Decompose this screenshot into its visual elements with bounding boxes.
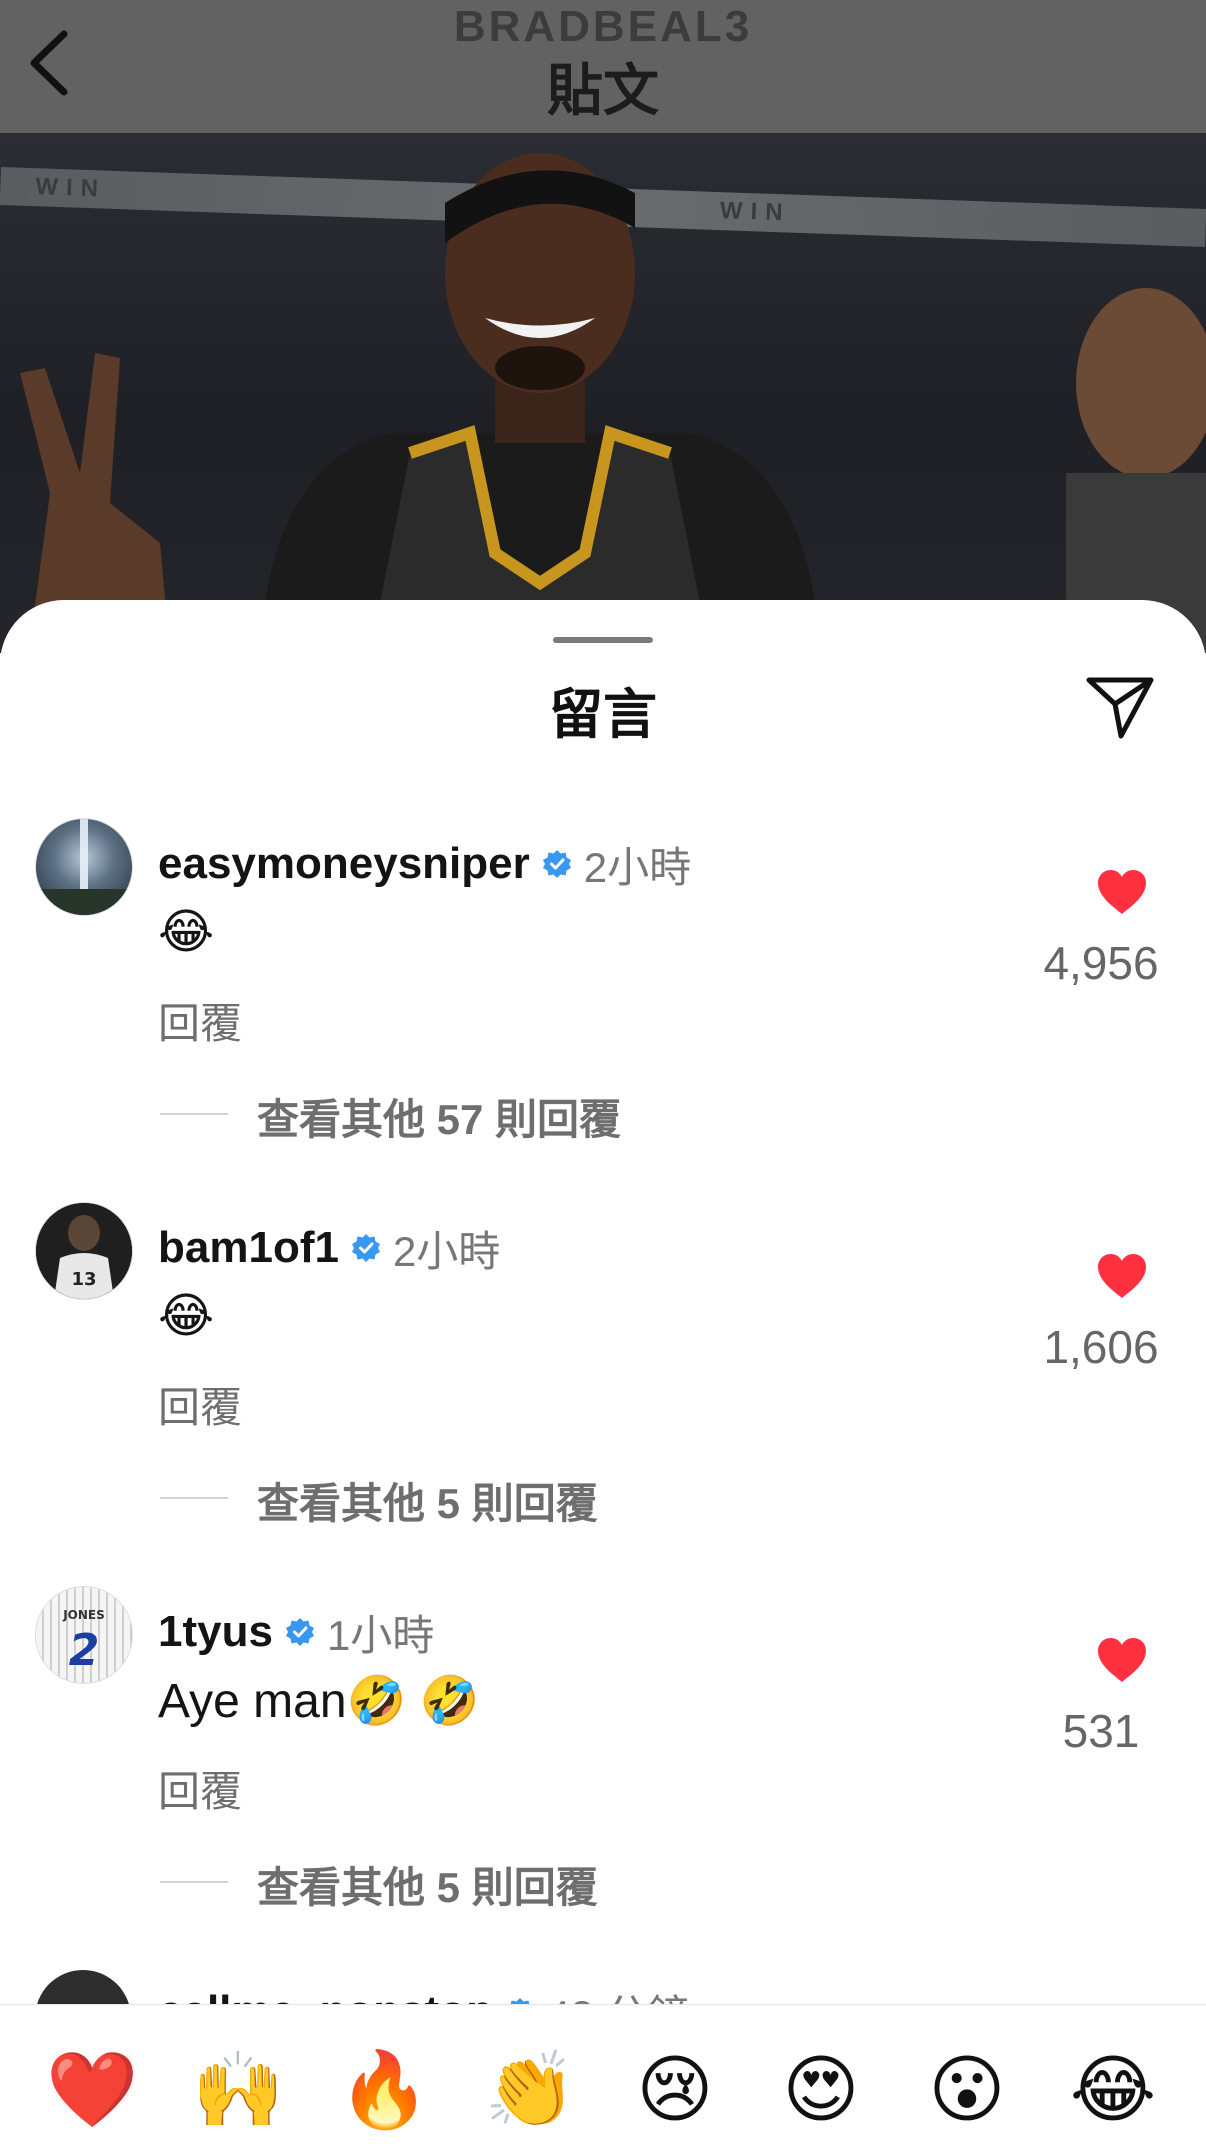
comment-text: 😂 (158, 906, 215, 959)
post-image: WIN WIN (0, 133, 1206, 653)
reply-button[interactable]: 回覆 (158, 1374, 242, 1435)
like-count: 531 (1062, 1705, 1140, 1757)
heart-filled-icon[interactable] (1096, 868, 1148, 916)
reaction-wow-button[interactable]: 😮 (922, 2045, 1012, 2135)
paper-plane-icon (1086, 677, 1154, 739)
comment-username[interactable]: easymoneysniper (158, 839, 530, 889)
top-bar: BRADBEAL3 貼文 (0, 0, 1206, 133)
comment-item: 13 bam1of1 2小時 😂 回覆 查看其他 5 則回覆 1,606 (0, 1202, 1206, 1586)
like-count: 4,956 (1043, 937, 1159, 989)
player-photo (260, 153, 820, 653)
sheet-title: 留言 (549, 685, 657, 745)
comment-time: 1小時 (326, 1611, 435, 1659)
view-replies-button[interactable]: 查看其他 57 則回覆 (257, 1086, 621, 1147)
svg-text:13: 13 (71, 1269, 96, 1290)
avatar[interactable]: 13 (35, 1202, 133, 1300)
reaction-fire-button[interactable]: 🔥 (338, 2045, 430, 2135)
reply-button[interactable]: 回覆 (158, 990, 242, 1051)
svg-text:2: 2 (69, 1625, 100, 1676)
like-count: 1,606 (1043, 1321, 1159, 1373)
quick-reactions-bar: ❤️ 🙌 🔥 👏 😢 😍 😮 😂 (0, 2004, 1206, 2155)
page-title: 貼文 (547, 59, 659, 122)
reaction-raised-hands-button[interactable]: 🙌 (192, 2045, 284, 2135)
reply-button[interactable]: 回覆 (158, 1758, 242, 1819)
comment-text: 😂 (158, 1290, 215, 1343)
comment-username[interactable]: bam1of1 (158, 1223, 339, 1273)
replies-divider (160, 1497, 228, 1499)
banner-text: WIN (34, 173, 107, 203)
avatar[interactable]: JONES 2 (35, 1586, 133, 1684)
replies-divider (160, 1881, 228, 1883)
reaction-cry-button[interactable]: 😢 (630, 2045, 720, 2135)
comment-item: easymoneysniper 2小時 😂 回覆 查看其他 57 則回覆 4,9… (0, 818, 1206, 1202)
reaction-heart-button[interactable]: ❤️ (46, 2045, 138, 2135)
bystander (1066, 288, 1206, 653)
comment-time: 2小時 (392, 1227, 501, 1275)
reaction-clap-button[interactable]: 👏 (484, 2045, 576, 2135)
svg-text:JONES: JONES (62, 1608, 105, 1622)
comment-item: JONES 2 1tyus 1小時 Aye man🤣 🤣 回覆 查看其他 5 則… (0, 1586, 1206, 1970)
avatar[interactable] (35, 818, 133, 916)
verified-badge-icon (351, 1234, 380, 1262)
replies-divider (160, 1113, 228, 1115)
comment-username[interactable]: 1tyus (158, 1607, 273, 1657)
reaction-laugh-button[interactable]: 😂 (1068, 2045, 1158, 2135)
verified-badge-icon (542, 850, 571, 878)
comment-header: easymoneysniper 2小時 (158, 836, 691, 892)
sheet-drag-handle[interactable] (553, 637, 653, 643)
comments-sheet: 留言 easymoneysniper 2小時 😂 回覆 查看其他 57 則回覆 (0, 600, 1206, 2154)
heart-filled-icon[interactable] (1096, 1252, 1148, 1300)
comment-header: 1tyus 1小時 (158, 1604, 434, 1660)
avatar-image (36, 819, 132, 915)
heart-filled-icon[interactable] (1096, 1636, 1148, 1684)
view-replies-button[interactable]: 查看其他 5 則回覆 (257, 1854, 598, 1915)
comment-header: bam1of1 2小時 (158, 1220, 500, 1276)
avatar-image: 13 (36, 1203, 132, 1299)
avatar-image: JONES 2 (62, 1608, 105, 1676)
view-replies-button[interactable]: 查看其他 5 則回覆 (257, 1470, 598, 1531)
share-button[interactable] (1085, 674, 1155, 740)
comment-text: Aye man🤣 🤣 (158, 1675, 480, 1728)
comment-time: 2小時 (583, 843, 692, 891)
reaction-heart-eyes-button[interactable]: 😍 (776, 2045, 866, 2135)
verified-badge-icon (285, 1618, 314, 1646)
post-author-username[interactable]: BRADBEAL3 (0, 2, 1206, 52)
